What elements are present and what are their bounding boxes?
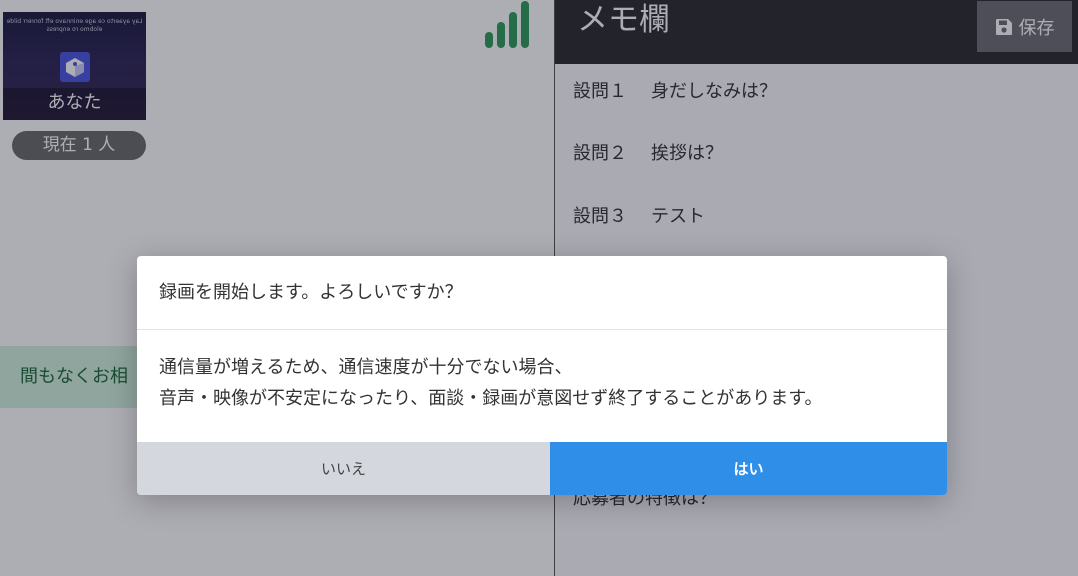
recording-confirm-dialog: 録画を開始します。よろしいですか？ 通信量が増えるため、通信速度が十分でない場合… — [137, 256, 947, 495]
dialog-body-line: 音声・映像が不安定になったり、面談・録画が意図せず終了することがあります。 — [159, 388, 823, 409]
dialog-body: 通信量が増えるため、通信速度が十分でない場合、 音声・映像が不安定になったり、面… — [137, 330, 947, 414]
yes-button[interactable]: はい — [550, 442, 947, 495]
dialog-body-line: 通信量が増えるため、通信速度が十分でない場合、 — [159, 357, 573, 378]
dialog-footer: いいえ はい — [137, 442, 947, 495]
no-button[interactable]: いいえ — [137, 442, 550, 495]
dialog-title: 録画を開始します。よろしいですか？ — [137, 256, 947, 330]
